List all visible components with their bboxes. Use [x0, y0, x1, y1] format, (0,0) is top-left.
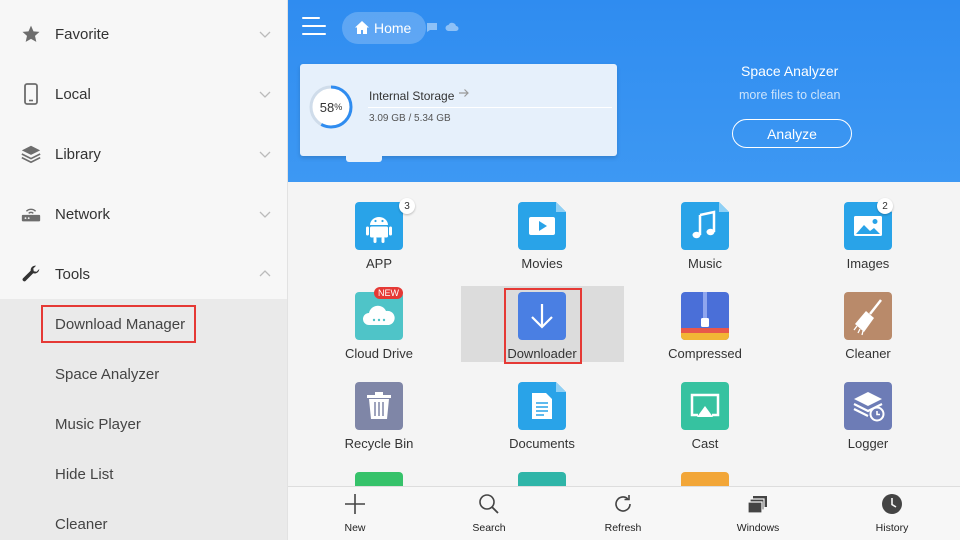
- trash-icon: [355, 382, 403, 430]
- submenu-cleaner[interactable]: Cleaner: [55, 515, 108, 535]
- sidebar-item-label: Network: [55, 205, 111, 223]
- grid-item-music[interactable]: Music: [624, 182, 786, 272]
- category-grid: 3 APP Movies Music 2 Images NEW Cloud Dr…: [288, 182, 960, 486]
- grid-item-cleaner[interactable]: Cleaner: [787, 272, 949, 362]
- space-analyzer-title: Space Analyzer: [741, 63, 839, 79]
- highlight-box: [41, 305, 196, 343]
- sidebar-item-network[interactable]: Network: [0, 184, 287, 244]
- new-badge: NEW: [374, 287, 403, 299]
- phone-icon: [20, 83, 42, 105]
- menu-button[interactable]: [302, 16, 328, 38]
- breadcrumb-folder-icon[interactable]: [426, 22, 438, 32]
- refresh-icon: [615, 495, 631, 512]
- grid-item-logger[interactable]: Logger: [787, 362, 949, 452]
- partial-orange-icon: [681, 472, 729, 486]
- search-icon: [479, 494, 499, 514]
- grid-item-images[interactable]: 2 Images: [787, 182, 949, 272]
- chevron-up-icon: [259, 270, 271, 277]
- grid-item-documents[interactable]: Documents: [461, 362, 623, 452]
- grid-item-cast[interactable]: Cast: [624, 362, 786, 452]
- new-button[interactable]: New: [315, 487, 395, 540]
- storage-percent: 58%: [319, 99, 343, 115]
- document-file-icon: [518, 382, 566, 430]
- cloud-drive-icon: [355, 292, 403, 340]
- sidebar-item-label: Favorite: [55, 25, 110, 43]
- sidebar-item-tools[interactable]: Tools: [0, 244, 287, 304]
- arrow-right-icon: [459, 89, 469, 97]
- search-button[interactable]: Search: [449, 487, 529, 540]
- home-label: Home: [374, 20, 412, 36]
- images-count-badge: 2: [877, 198, 893, 214]
- bottom-toolbar: New Search Refresh Windows History: [288, 486, 960, 540]
- music-file-icon: [681, 202, 729, 250]
- chevron-down-icon: [259, 91, 271, 98]
- grid-item-compressed[interactable]: Compressed: [624, 272, 786, 362]
- grid-item-partial[interactable]: [624, 452, 786, 486]
- grid-item-movies[interactable]: Movies: [461, 182, 623, 272]
- grid-item-label: Recycle Bin: [344, 436, 414, 451]
- sidebar-item-favorite[interactable]: Favorite: [0, 4, 287, 64]
- broom-icon: [844, 292, 892, 340]
- grid-item-partial[interactable]: [461, 452, 623, 486]
- home-breadcrumb[interactable]: Home: [342, 12, 426, 44]
- grid-item-app[interactable]: 3 APP: [298, 182, 460, 272]
- app-count-badge: 3: [399, 198, 415, 214]
- grid-item-label: Logger: [847, 436, 889, 451]
- submenu-space-analyzer[interactable]: Space Analyzer: [55, 365, 159, 385]
- submenu-music-player[interactable]: Music Player: [55, 415, 141, 435]
- star-icon: [20, 23, 42, 45]
- grid-item-label: Compressed: [668, 346, 742, 361]
- router-icon: [20, 203, 42, 225]
- downloader-highlight-box: [504, 288, 582, 364]
- sidebar-item-label: Tools: [55, 265, 91, 283]
- archive-icon: [681, 292, 729, 340]
- space-analyzer-subtitle: more files to clean: [739, 88, 841, 102]
- grid-item-label: Cleaner: [845, 346, 891, 361]
- grid-item-label: Cloud Drive: [345, 346, 413, 361]
- storage-title: Internal Storage: [369, 89, 455, 103]
- grid-item-label: Cast: [691, 436, 719, 451]
- history-button[interactable]: History: [852, 487, 932, 540]
- cast-icon: [681, 382, 729, 430]
- wrench-icon: [20, 263, 42, 285]
- storage-size: 3.09 GB / 5.34 GB: [369, 113, 451, 124]
- sidebar-item-library[interactable]: Library: [0, 124, 287, 184]
- cloud-icon[interactable]: [445, 22, 459, 32]
- clock-icon: [882, 494, 902, 514]
- chevron-down-icon: [259, 151, 271, 158]
- windows-stack-icon: [747, 496, 767, 514]
- home-icon: [355, 21, 369, 34]
- partial-teal-icon: [518, 472, 566, 486]
- chevron-down-icon: [259, 211, 271, 218]
- grid-item-label: APP: [365, 256, 392, 271]
- refresh-button[interactable]: Refresh: [583, 487, 663, 540]
- grid-item-label: Images: [846, 256, 890, 271]
- sidebar-item-local[interactable]: Local: [0, 64, 287, 124]
- grid-item-recycle-bin[interactable]: Recycle Bin: [298, 362, 460, 452]
- analyze-button[interactable]: Analyze: [732, 119, 852, 148]
- grid-item-label: Music: [688, 256, 722, 271]
- plus-icon: [345, 494, 365, 514]
- sidebar: Favorite Local Library Network Tools Dow…: [0, 0, 288, 540]
- grid-item-cloud-drive[interactable]: NEW Cloud Drive: [298, 272, 460, 362]
- grid-item-label: Movies: [521, 256, 563, 271]
- sidebar-item-label: Library: [55, 145, 101, 163]
- sidebar-item-label: Local: [55, 85, 91, 103]
- submenu-hide-list[interactable]: Hide List: [55, 465, 113, 485]
- movie-file-icon: [518, 202, 566, 250]
- layers-icon: [20, 143, 42, 165]
- header: Home 58% Internal Storage 3.09 GB / 5.34…: [288, 0, 960, 182]
- windows-button[interactable]: Windows: [718, 487, 798, 540]
- logger-stack-icon: [844, 382, 892, 430]
- android-icon: [355, 202, 403, 250]
- grid-item-partial[interactable]: [298, 452, 460, 486]
- grid-item-label: Documents: [509, 436, 575, 451]
- partial-green-icon: [355, 472, 403, 486]
- internal-storage-card[interactable]: 58% Internal Storage 3.09 GB / 5.34 GB: [300, 64, 617, 162]
- chevron-down-icon: [259, 31, 271, 38]
